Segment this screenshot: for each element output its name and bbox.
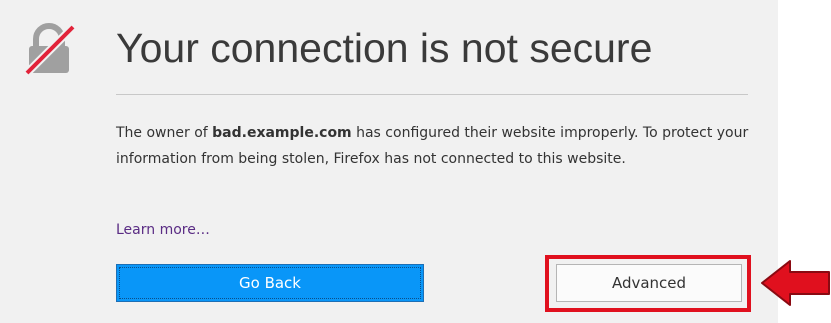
title-divider [116,94,748,95]
description-text-before: The owner of [116,125,213,141]
insecure-lock-icon [24,23,76,76]
page-title: Your connection is not secure [116,25,653,71]
advanced-button[interactable]: Advanced [556,264,742,302]
go-back-button[interactable]: Go Back [116,264,424,302]
error-page: Your connection is not secure The owner … [0,0,778,323]
error-description: The owner of bad.example.com has configu… [116,120,756,172]
learn-more-link[interactable]: Learn more… [116,220,210,240]
site-domain: bad.example.com [212,125,352,141]
red-arrow-icon [761,260,830,306]
